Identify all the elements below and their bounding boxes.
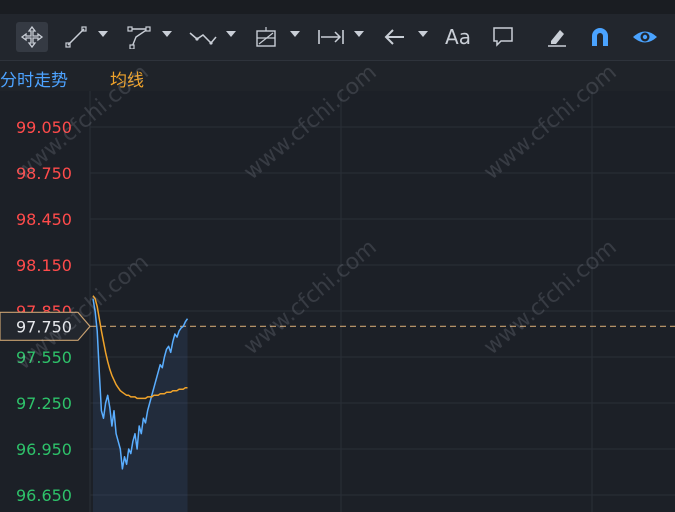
chevron-down-icon[interactable] [354,31,364,37]
average-line-legend: 均线 [110,71,144,91]
legend-bar [0,61,675,91]
trendline-icon[interactable] [62,22,90,52]
y-tick-label: 96.950 [16,440,72,459]
magnet-icon[interactable] [584,22,616,52]
chevron-down-icon[interactable] [98,31,108,37]
chevron-down-icon[interactable] [226,31,236,37]
y-tick-label: 98.750 [16,164,72,183]
measure-icon[interactable] [314,22,348,52]
polyline-icon[interactable] [124,22,154,52]
chevron-down-icon[interactable] [290,31,300,37]
chevron-down-icon[interactable] [418,31,428,37]
wave-icon[interactable] [186,22,220,52]
y-tick-label: 97.250 [16,394,72,413]
eraser-icon[interactable] [542,22,572,52]
y-tick-label: 98.450 [16,210,72,229]
arrow-left-icon[interactable] [380,22,410,52]
eye-icon[interactable] [628,22,662,52]
y-tick-label: 99.050 [16,118,72,137]
y-tick-label: 96.650 [16,486,72,505]
text-icon[interactable]: Aa [440,22,476,52]
intraday-tab[interactable]: 分时走势 [0,66,68,91]
reference-value-label: 97.750 [16,317,72,336]
y-tick-label: 97.550 [16,348,72,367]
comment-icon[interactable] [488,22,518,52]
y-tick-label: 98.150 [16,256,72,275]
move-icon[interactable] [16,22,48,52]
chevron-down-icon[interactable] [162,31,172,37]
intraday-chart[interactable]: 99.05098.75098.45098.15097.85097.55097.2… [0,91,675,512]
fib-icon[interactable] [250,22,282,52]
top-strip [0,0,675,14]
